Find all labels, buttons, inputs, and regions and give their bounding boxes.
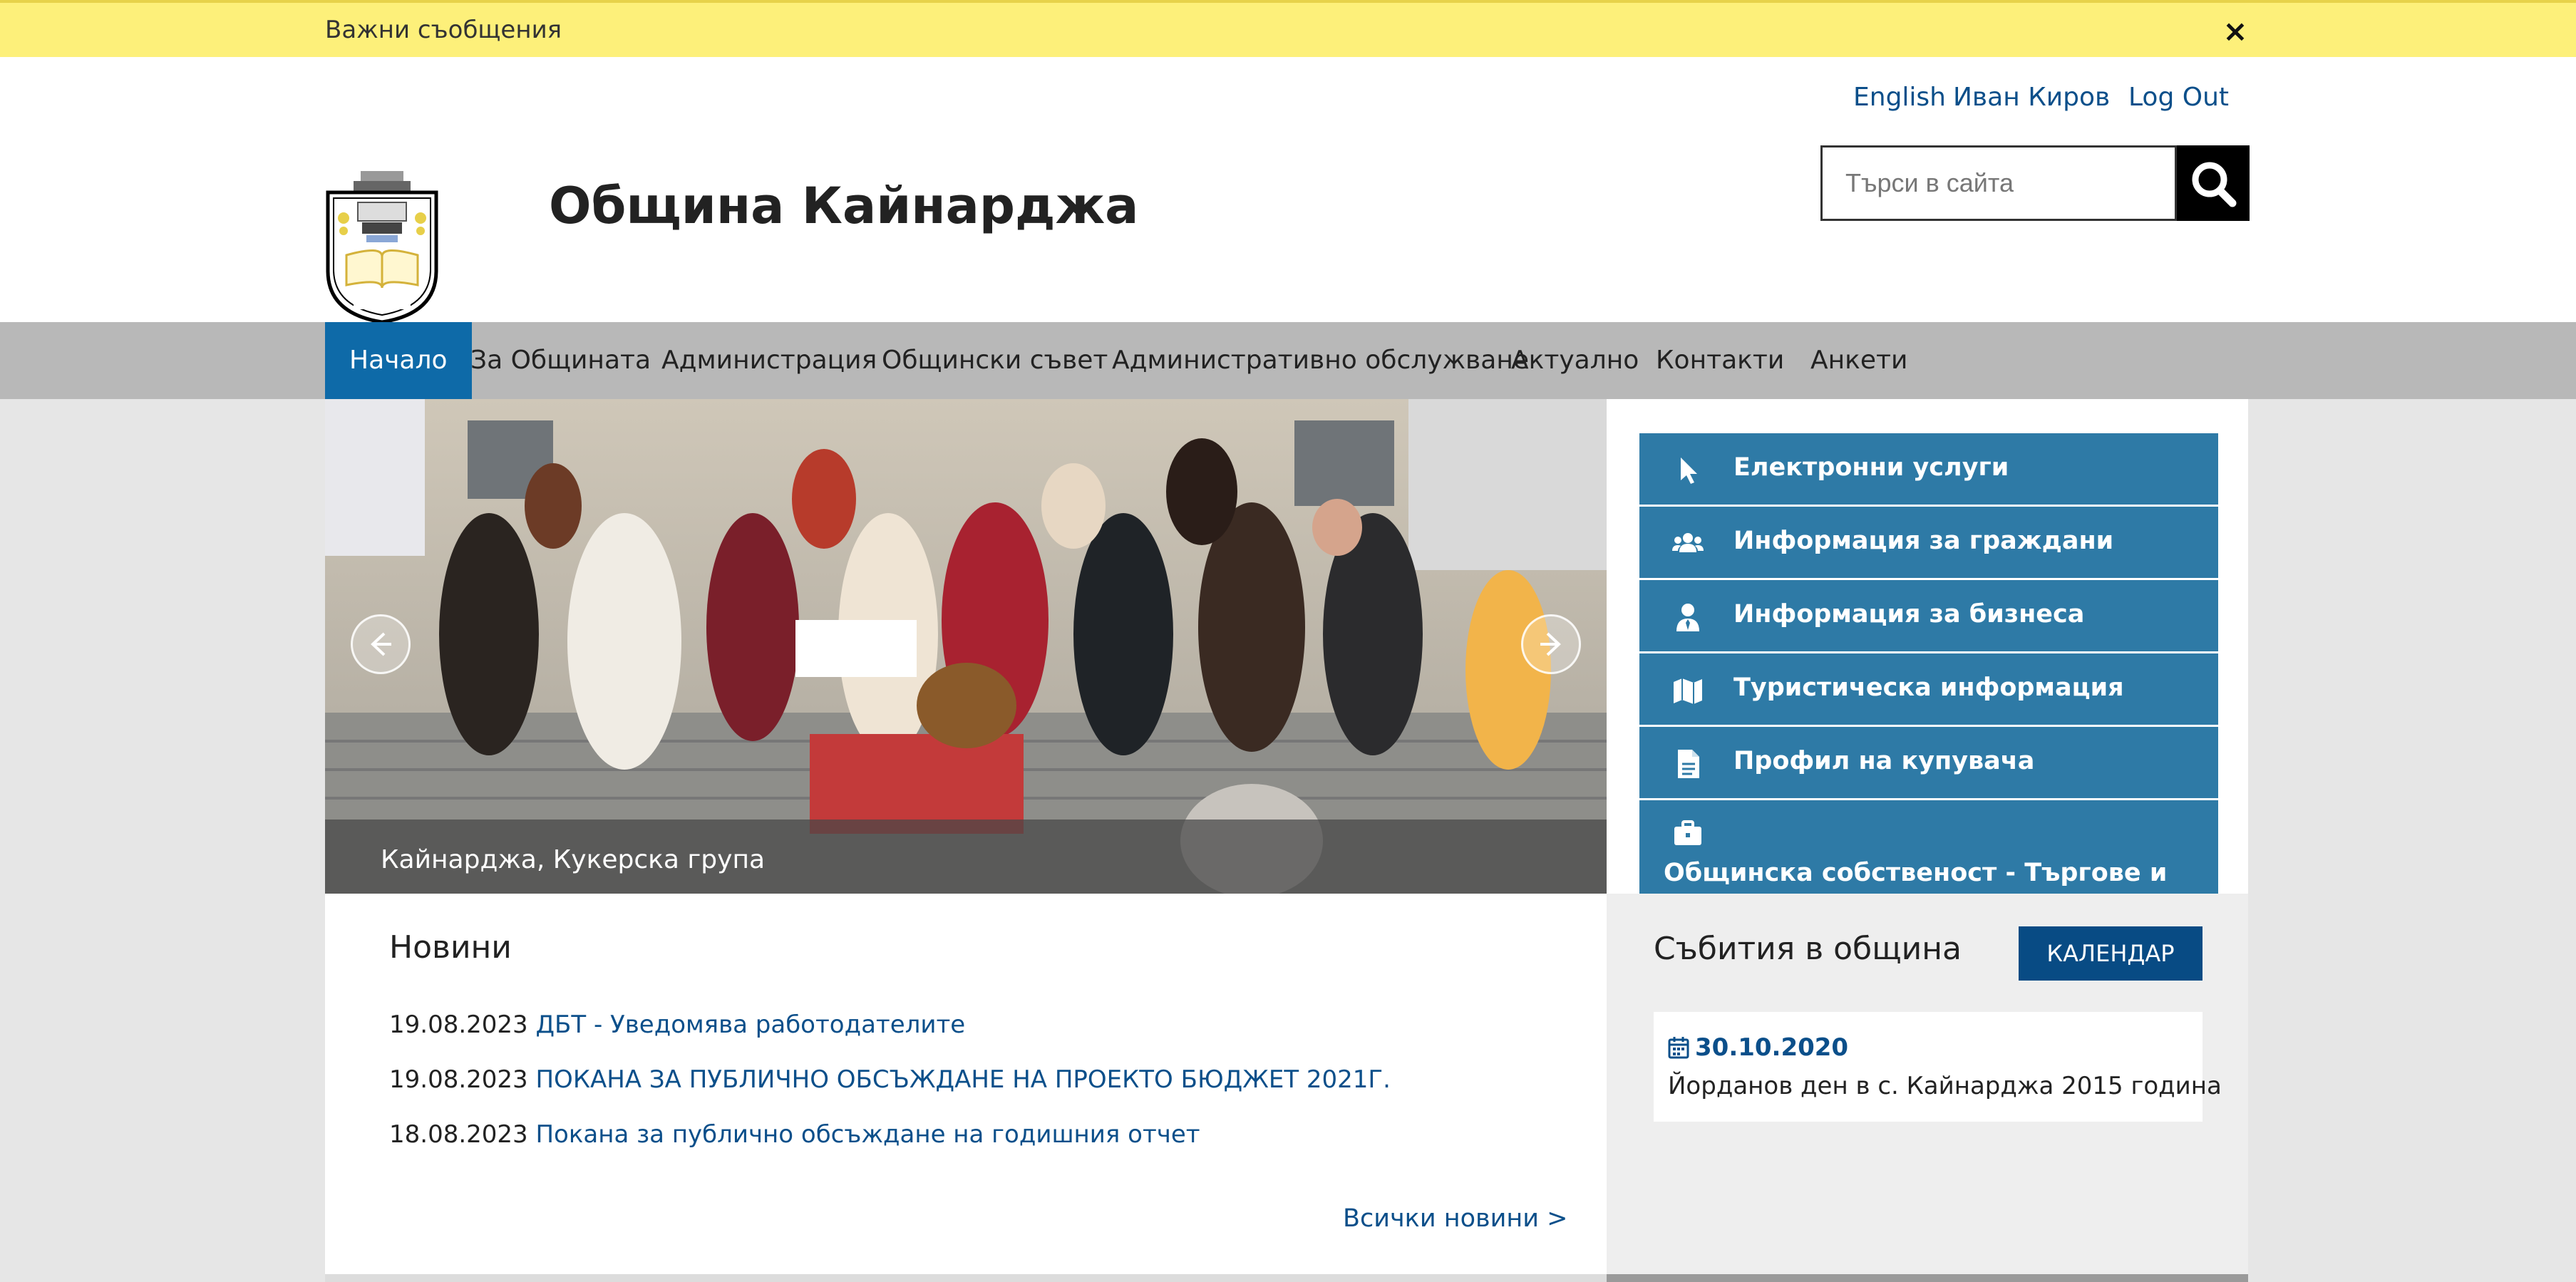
nav-item-about[interactable]: За Общината bbox=[470, 322, 651, 399]
logout-link[interactable]: Log Out bbox=[2128, 83, 2229, 112]
side-item-municipal-property[interactable]: Общинска собственост - Търгове и bbox=[1639, 800, 2218, 894]
news-date: 18.08.2023 bbox=[389, 1120, 528, 1149]
search-icon bbox=[2192, 162, 2237, 207]
event-date: 30.10.2020 bbox=[1695, 1033, 1849, 1062]
side-item-buyer-profile[interactable]: Профил на купувача bbox=[1639, 727, 2218, 798]
side-item-e-services[interactable]: Електронни услуги bbox=[1639, 433, 2218, 505]
quick-links-menu: Електронни услуги Информация за граждани… bbox=[1607, 399, 2248, 894]
business-user-icon bbox=[1676, 604, 1699, 631]
hero-slider: Кайнарджа, Кукерска група bbox=[325, 399, 1607, 894]
nav-item-services[interactable]: Административно обслужване bbox=[1112, 322, 1529, 399]
divider bbox=[325, 1274, 1607, 1282]
map-icon bbox=[1674, 678, 1702, 704]
calendar-button[interactable]: КАЛЕНДАР bbox=[2019, 926, 2203, 981]
arrow-left-icon bbox=[371, 632, 391, 656]
site-header: English Иван Киров Log Out Община Кайнар… bbox=[0, 57, 2576, 324]
nav-item-council[interactable]: Общински съвет bbox=[882, 322, 1108, 399]
events-title: Събития в община bbox=[1654, 931, 1962, 967]
news-link[interactable]: Покана за публично обсъждане на годишния… bbox=[535, 1120, 1200, 1149]
news-title: Новини bbox=[389, 929, 512, 966]
side-item-label: Електронни услуги bbox=[1733, 453, 2009, 482]
important-notice-bar: Важни съобщения × bbox=[0, 0, 2576, 57]
news-item: 18.08.2023 Покана за публично обсъждане … bbox=[389, 1120, 1200, 1149]
news-date: 19.08.2023 bbox=[389, 1010, 528, 1039]
news-link[interactable]: ПОКАНА ЗА ПУБЛИЧНО ОБСЪЖДАНЕ НА ПРОЕКТО … bbox=[535, 1065, 1390, 1094]
search-input[interactable]: Търси в сайта bbox=[1820, 145, 2177, 221]
municipality-coat-of-arms-logo[interactable] bbox=[325, 171, 439, 324]
document-icon bbox=[1678, 750, 1699, 778]
slide-caption-text: Кайнарджа, Кукерска група bbox=[381, 845, 766, 874]
side-item-label: Профил на купувача bbox=[1733, 747, 2035, 775]
user-profile-link[interactable]: Иван Киров bbox=[1953, 83, 2110, 112]
slider-next-button[interactable] bbox=[1521, 614, 1581, 674]
close-icon[interactable]: × bbox=[2221, 11, 2250, 51]
slide-caption: Кайнарджа, Кукерска група bbox=[325, 820, 1607, 894]
notice-text[interactable]: Важни съобщения bbox=[325, 16, 562, 44]
calendar-icon bbox=[1668, 1037, 1689, 1059]
side-item-business-info[interactable]: Информация за бизнеса bbox=[1639, 580, 2218, 651]
event-item: 30.10.2020 Йорданов ден в с. Кайнарджа 2… bbox=[1654, 1012, 2222, 1122]
events-section: Събития в община КАЛЕНДАР 30.10.2020 Йор… bbox=[1607, 894, 2248, 1274]
news-section: Новини 19.08.2023 ДБТ - Уведомява работо… bbox=[325, 894, 1607, 1274]
side-item-label: Туристическа информация bbox=[1733, 673, 2124, 702]
side-item-tourist-info[interactable]: Туристическа информация bbox=[1639, 653, 2218, 725]
language-link-english[interactable]: English bbox=[1853, 83, 1946, 112]
nav-item-administration[interactable]: Администрация bbox=[661, 322, 877, 399]
event-title[interactable]: Йорданов ден в с. Кайнарджа 2015 година bbox=[1668, 1072, 2222, 1100]
users-icon bbox=[1672, 533, 1704, 552]
news-item: 19.08.2023 ДБТ - Уведомява работодателит… bbox=[389, 1010, 965, 1039]
site-title[interactable]: Община Кайнарджа bbox=[549, 177, 1138, 235]
side-item-label: Общинска собственост - Търгове и bbox=[1664, 859, 2168, 887]
all-news-link[interactable]: Всички новини > bbox=[1343, 1204, 1567, 1233]
news-item: 19.08.2023 ПОКАНА ЗА ПУБЛИЧНО ОБСЪЖДАНЕ … bbox=[389, 1065, 1391, 1094]
arrow-right-icon bbox=[1540, 632, 1561, 656]
nav-item-home[interactable]: Начало bbox=[325, 322, 472, 399]
news-link[interactable]: ДБТ - Уведомява работодателите bbox=[535, 1010, 965, 1039]
cursor-icon bbox=[1681, 458, 1697, 484]
nav-item-contacts[interactable]: Контакти bbox=[1656, 322, 1784, 399]
nav-item-polls[interactable]: Анкети bbox=[1810, 322, 1907, 399]
news-date: 19.08.2023 bbox=[389, 1065, 528, 1094]
side-item-label: Информация за бизнеса bbox=[1733, 600, 2085, 629]
nav-item-news[interactable]: Актуално bbox=[1511, 322, 1639, 399]
side-item-label: Информация за граждани bbox=[1733, 527, 2114, 555]
side-item-citizens-info[interactable]: Информация за граждани bbox=[1639, 507, 2218, 578]
briefcase-icon bbox=[1674, 820, 1701, 845]
search-button[interactable] bbox=[2177, 145, 2250, 221]
main-navigation: Начало За Общината Администрация Общинск… bbox=[0, 322, 2576, 399]
slider-prev-button[interactable] bbox=[351, 614, 411, 674]
divider bbox=[1607, 1274, 2248, 1282]
